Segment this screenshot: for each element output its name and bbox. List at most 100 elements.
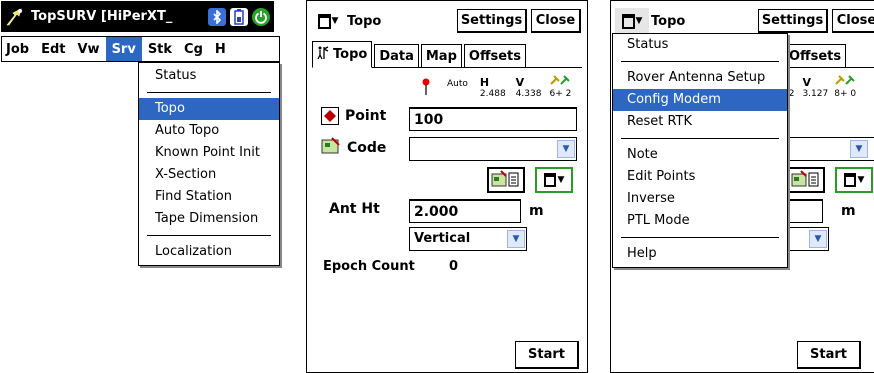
start-menu-button[interactable]: ▼ — [311, 8, 345, 34]
command-bar: ▼ Topo Settings Close — [307, 1, 587, 41]
chevron-down-icon[interactable]: ▼ — [809, 230, 827, 248]
menu-item-topo[interactable]: Topo — [139, 98, 279, 120]
close-button[interactable]: Close — [531, 9, 581, 33]
code-list-icon — [491, 169, 521, 191]
code-list-button[interactable] — [487, 167, 525, 193]
menu-item-rover-antenna-setup[interactable]: Rover Antenna Setup — [613, 67, 787, 89]
ant-ht-unit: m — [841, 203, 856, 219]
chevron-down-icon[interactable]: ▼ — [850, 140, 868, 158]
menu-edit[interactable]: Edt — [35, 37, 71, 61]
tab-map[interactable]: Map — [420, 44, 462, 67]
config-menu-button[interactable]: ▼ — [535, 167, 573, 193]
chevron-down-icon: ▼ — [635, 16, 643, 26]
menu-view[interactable]: Vw — [71, 37, 105, 61]
topo-config-menu: Status Rover Antenna Setup Config Modem … — [612, 33, 788, 268]
menu-item-ptl-mode[interactable]: PTL Mode — [613, 210, 787, 232]
tab-data[interactable]: Data — [374, 44, 419, 67]
menu-item-status[interactable]: Status — [613, 34, 787, 56]
menu-item-find-station[interactable]: Find Station — [139, 186, 279, 208]
config-menu-button[interactable]: ▼ — [835, 167, 873, 193]
menu-item-note[interactable]: Note — [613, 144, 787, 166]
settings-button[interactable]: Settings — [457, 9, 527, 33]
chevron-down-icon[interactable]: ▼ — [507, 230, 525, 248]
battery-icon[interactable] — [230, 7, 248, 26]
code-select[interactable]: ▼ — [409, 137, 577, 161]
code-icon — [321, 137, 341, 159]
menu-bar: Job Edt Vw Srv Stk Cg H — [1, 36, 280, 62]
solution-mode: Auto — [447, 79, 468, 89]
ant-ht-input[interactable]: 2.000 — [409, 199, 521, 223]
epoch-count-value: 0 — [449, 259, 459, 274]
menu-item-auto-topo[interactable]: Auto Topo — [139, 120, 279, 142]
survey-menu: Status Topo Auto Topo Known Point Init X… — [138, 62, 280, 266]
panel3-topo-menu-screen: ▼ Topo Settings Close Offsets 02 V 3.127 … — [610, 0, 874, 373]
tab-offsets[interactable]: Offsets — [784, 44, 847, 67]
gps-status-row: 02 V 3.127 8+ 0 — [783, 75, 874, 99]
window-icon — [543, 173, 556, 187]
point-input[interactable]: 100 — [409, 107, 577, 131]
v-precision-value: 4.338 — [515, 89, 542, 99]
start-button[interactable]: Start — [797, 341, 861, 369]
menu-item-edit-points[interactable]: Edit Points — [613, 166, 787, 188]
menu-separator — [621, 237, 779, 238]
start-menu-button[interactable]: ▼ — [615, 8, 649, 34]
code-list-icon — [791, 169, 821, 191]
title-bar: TopSURV [HiPerXT_ — [1, 1, 274, 32]
surveyor-icon — [317, 45, 329, 64]
satellite-count: 6+ 2 — [549, 89, 572, 99]
code-select[interactable]: ▼ — [781, 137, 874, 161]
h-precision-label: H — [479, 76, 490, 89]
menu-item-config-modem[interactable]: Config Modem — [613, 89, 787, 111]
screen-title: Topo — [347, 13, 382, 29]
v-precision-label: V — [802, 76, 811, 89]
bluetooth-icon[interactable] — [208, 7, 226, 26]
epoch-count-label: Epoch Count — [323, 259, 415, 274]
point-icon — [321, 107, 339, 125]
chevron-down-icon[interactable]: ▼ — [557, 140, 575, 158]
close-button[interactable]: Close — [832, 9, 874, 33]
window-icon — [843, 173, 856, 187]
ant-ht-type-select[interactable]: ▼ — [781, 227, 829, 251]
code-label-group: Code — [321, 137, 386, 159]
menu-survey[interactable]: Srv — [105, 37, 142, 61]
menu-item-inverse[interactable]: Inverse — [613, 188, 787, 210]
satellite-icon — [549, 74, 571, 89]
menu-item-localization[interactable]: Localization — [139, 241, 279, 263]
menu-job[interactable]: Job — [2, 37, 35, 61]
code-list-button[interactable] — [787, 167, 825, 193]
start-button[interactable]: Start — [515, 341, 579, 369]
panel2-topo-screen: ▼ Topo Settings Close Topo Data Map Offs… — [306, 0, 588, 373]
satellite-icon — [834, 74, 856, 89]
menu-item-known-point-init[interactable]: Known Point Init — [139, 142, 279, 164]
tab-topo-label: Topo — [333, 47, 368, 62]
tab-offsets[interactable]: Offsets — [463, 44, 526, 67]
menu-separator — [147, 235, 271, 236]
tab-topo[interactable]: Topo — [312, 41, 373, 68]
point-label: Point — [345, 108, 387, 124]
chevron-down-icon: ▼ — [331, 16, 339, 26]
menu-item-x-section[interactable]: X-Section — [139, 164, 279, 186]
menu-separator — [621, 61, 779, 62]
ant-ht-type-select[interactable]: Vertical ▼ — [409, 227, 527, 251]
power-icon[interactable] — [252, 7, 270, 26]
topsurv-logo-icon — [1, 1, 31, 32]
window-title: TopSURV [HiPerXT_ — [31, 9, 173, 24]
settings-button[interactable]: Settings — [758, 9, 828, 33]
window-icon — [621, 13, 635, 29]
tab-strip: Topo Data Map Offsets — [312, 41, 582, 68]
menu-separator — [147, 92, 271, 93]
menu-stakeout[interactable]: Stk — [142, 37, 178, 61]
pin-icon — [421, 78, 431, 99]
menu-item-reset-rtk[interactable]: Reset RTK — [613, 111, 787, 133]
code-label: Code — [347, 140, 387, 156]
menu-item-tape-dimension[interactable]: Tape Dimension — [139, 208, 279, 230]
ant-ht-label: Ant Ht — [329, 201, 380, 217]
v-precision-value: 3.127 — [802, 89, 829, 99]
chevron-down-icon: ▼ — [857, 175, 865, 185]
menu-item-help[interactable]: Help — [613, 243, 787, 265]
chevron-down-icon: ▼ — [557, 175, 565, 185]
menu-cogo[interactable]: Cg — [178, 37, 209, 61]
ant-ht-type-value: Vertical — [414, 231, 471, 246]
menu-item-status[interactable]: Status — [139, 65, 279, 87]
menu-help[interactable]: H — [209, 37, 232, 61]
